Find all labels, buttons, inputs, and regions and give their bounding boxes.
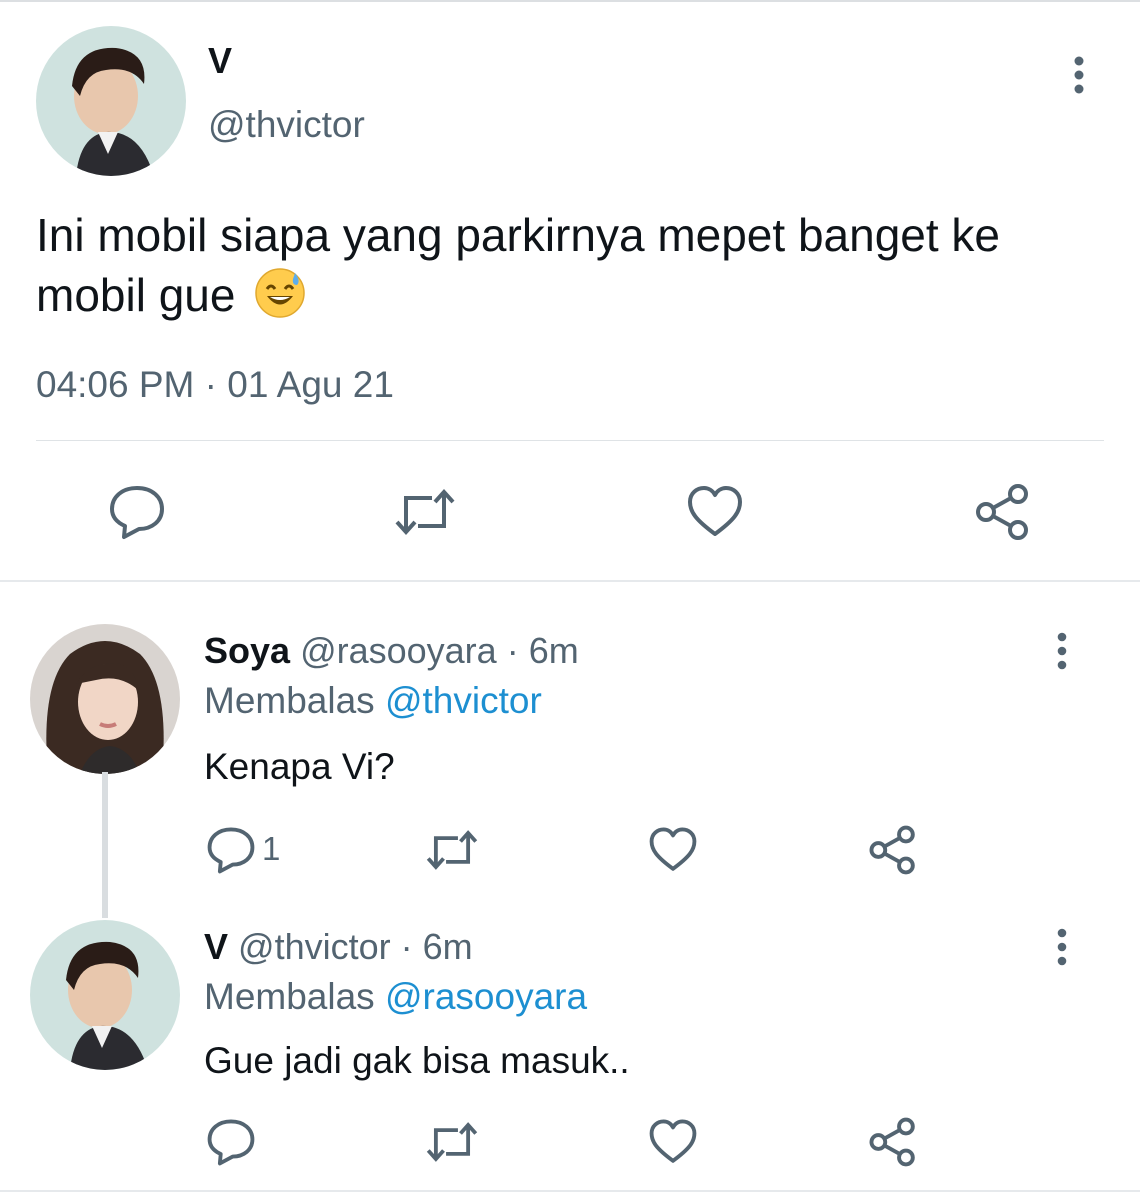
reply-icon[interactable] bbox=[206, 1118, 256, 1166]
share-icon[interactable] bbox=[974, 482, 1032, 542]
avatar[interactable] bbox=[30, 920, 180, 1070]
author-handle[interactable]: @thvictor bbox=[208, 104, 365, 146]
reply-icon[interactable] bbox=[108, 484, 166, 540]
share-icon[interactable] bbox=[868, 824, 918, 876]
reply-time[interactable]: · 6m bbox=[507, 630, 579, 671]
share-icon[interactable] bbox=[868, 1116, 918, 1168]
divider bbox=[36, 440, 1104, 441]
reply-text: Gue jadi gak bisa masuk.. bbox=[204, 1040, 630, 1081]
reply-time[interactable]: · 6m bbox=[401, 926, 473, 967]
author-name[interactable]: V bbox=[204, 926, 228, 967]
avatar[interactable] bbox=[36, 26, 186, 176]
retweet-icon[interactable] bbox=[392, 484, 458, 540]
sweat-smile-emoji-icon bbox=[254, 267, 306, 333]
section-divider bbox=[0, 580, 1140, 582]
like-icon[interactable] bbox=[686, 484, 744, 540]
reply-text: Kenapa Vi? bbox=[204, 746, 395, 787]
more-icon[interactable] bbox=[1052, 928, 1072, 966]
tweet-text: Ini mobil siapa yang parkirnya mepet ban… bbox=[36, 205, 1106, 333]
reply-icon[interactable] bbox=[206, 826, 256, 874]
like-icon[interactable] bbox=[648, 826, 698, 874]
mention-link[interactable]: @thvictor bbox=[385, 680, 542, 721]
author-name[interactable]: V bbox=[208, 40, 232, 82]
author-handle[interactable]: @thvictor bbox=[238, 926, 391, 967]
replying-to: Membalas @rasooyara bbox=[204, 976, 587, 1018]
avatar[interactable] bbox=[30, 624, 180, 774]
replying-label: Membalas bbox=[204, 976, 375, 1017]
bottom-divider bbox=[0, 1190, 1140, 1192]
mention-link[interactable]: @rasooyara bbox=[385, 976, 587, 1017]
retweet-icon[interactable] bbox=[424, 1118, 480, 1166]
like-icon[interactable] bbox=[648, 1118, 698, 1166]
reply-header: Soya @rasooyara · 6m bbox=[204, 630, 579, 672]
more-icon[interactable] bbox=[1052, 632, 1072, 670]
reply-count: 1 bbox=[262, 830, 281, 867]
author-name[interactable]: Soya bbox=[204, 630, 290, 671]
retweet-icon[interactable] bbox=[424, 826, 480, 874]
thread-line bbox=[102, 772, 108, 918]
tweet-timestamp[interactable]: 04:06 PM · 01 Agu 21 bbox=[36, 364, 394, 406]
replying-to: Membalas @thvictor bbox=[204, 680, 542, 722]
reply-header: V @thvictor · 6m bbox=[204, 926, 473, 968]
author-handle[interactable]: @rasooyara bbox=[300, 630, 497, 671]
replying-label: Membalas bbox=[204, 680, 375, 721]
top-divider bbox=[0, 0, 1140, 2]
tweet-text-content: Ini mobil siapa yang parkirnya mepet ban… bbox=[36, 209, 1001, 321]
more-icon[interactable] bbox=[1068, 56, 1090, 96]
